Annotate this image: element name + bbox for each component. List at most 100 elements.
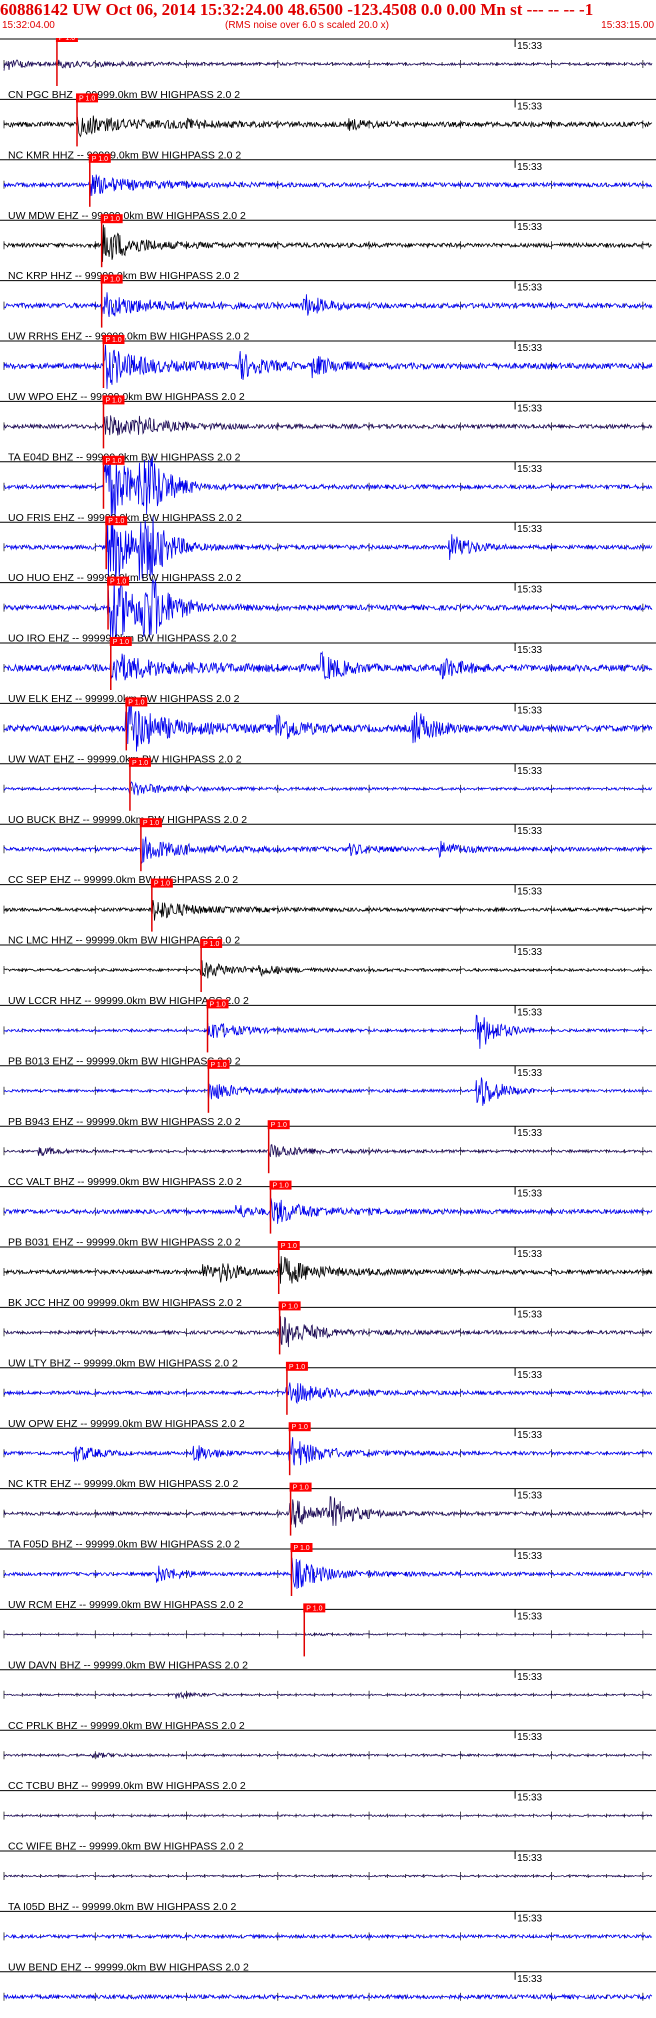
trace-row: 15:33P 1.0UW RRHS EHZ -- 99999.0km BW HI… [0, 274, 656, 343]
pick-label: P 1.0 [271, 1122, 287, 1129]
trace-row: 15:33TA I05D BHZ -- 99999.0km BW HIGHPAS… [0, 1850, 656, 1913]
trace-row: 15:33UW MOON EHZ -- 99999.0km BW HIGHPAS… [0, 1971, 656, 2001]
waveform [3, 1632, 653, 1637]
pick-label: P 1.0 [306, 1605, 322, 1612]
pick-label: P 1.0 [203, 941, 219, 948]
pick-label: P 1.0 [104, 277, 120, 284]
pick-label: P 1.0 [105, 458, 121, 465]
end-time: 15:33:15.00 [601, 20, 654, 31]
start-time: 15:32:04.00 [2, 20, 55, 31]
tick-label: 15:33 [517, 343, 542, 354]
trace-row: 15:33P 1.0NC KTR EHZ -- 99999.0km BW HIG… [0, 1422, 656, 1490]
tick-label: 15:33 [517, 1430, 542, 1441]
trace-row: 15:33P 1.0UW LCCR HHZ -- 99999.0km BW HI… [0, 939, 656, 1007]
pick-label: P 1.0 [289, 1364, 305, 1371]
trace-row: 15:33P 1.0TA F05D BHZ -- 99999.0km BW HI… [0, 1482, 656, 1551]
trace-row: 15:33CC TCBU BHZ -- 99999.0km BW HIGHPAS… [0, 1729, 656, 1792]
trace-row: 15:33P 1.0UO BUCK BHZ -- 99999.0km BW HI… [0, 757, 656, 826]
waveform [3, 650, 653, 681]
trace-row: 15:33P 1.0NC KMR HHZ -- 99999.0km BW HIG… [0, 93, 656, 161]
tick-label: 15:33 [517, 1491, 542, 1502]
trace-row: 15:33P 1.0CC VALT BHZ -- 99999.0km BW HI… [0, 1120, 656, 1188]
rms-note: (RMS noise over 6.0 s scaled 20.0 x) [225, 20, 389, 31]
waveform [3, 899, 653, 921]
pick-label: P 1.0 [292, 1424, 308, 1431]
tick-label: 15:33 [517, 645, 542, 656]
waveform [3, 1382, 653, 1405]
pick-label: P 1.0 [132, 760, 148, 767]
pick-label: P 1.0 [108, 518, 124, 525]
waveform [3, 1496, 653, 1528]
waveform [3, 344, 653, 389]
tick-label: 15:33 [517, 101, 542, 112]
tick-label: 15:33 [517, 705, 542, 716]
trace-row: 15:33P 1.0PB B031 EHZ -- 99999.0km BW HI… [0, 1180, 656, 1249]
trace-row: 15:33P 1.0PB B943 EHZ -- 99999.0km BW HI… [0, 1059, 656, 1128]
waveform [3, 1691, 653, 1700]
pick-label: P 1.0 [154, 881, 170, 888]
tick-label: 15:33 [517, 1189, 542, 1200]
trace-row: 15:33P 1.0UW LTY BHZ -- 99999.0km BW HIG… [0, 1301, 656, 1369]
trace-row: 15:33P 1.0TA E04D BHZ -- 99999.0km BW HI… [0, 395, 656, 463]
trace-row: 15:33CC WIFE BHZ -- 99999.0km BW HIGHPAS… [0, 1790, 656, 1853]
pick-label: P 1.0 [59, 38, 75, 42]
tick-label: 15:33 [517, 766, 542, 777]
tick-label: 15:33 [517, 524, 542, 535]
tick-label: 15:33 [517, 1249, 542, 1260]
pick-label: P 1.0 [210, 1001, 226, 1008]
waveform [3, 174, 653, 197]
pick-label: P 1.0 [282, 1303, 298, 1310]
trace-row: 15:33P 1.0UW WPO EHZ -- 99999.0km BW HIG… [0, 335, 656, 403]
trace-row: 15:33P 1.0CN PGC BHZ -- 99999.0km BW HIG… [0, 38, 656, 101]
trace-row: 15:33UW BEND EHZ -- 99999.0km BW HIGHPAS… [0, 1910, 656, 1973]
trace-row: 15:33P 1.0UO IRO EHZ -- 99999.0km BW HIG… [0, 576, 656, 645]
waveform [3, 1993, 653, 2001]
waveform [3, 1437, 653, 1466]
tick-label: 15:33 [517, 283, 542, 294]
waveform [3, 1557, 653, 1589]
tick-label: 15:33 [517, 1793, 542, 1804]
waveform [3, 959, 653, 979]
trace-row: 15:33P 1.0UW DAVN BHZ -- 99999.0km BW HI… [0, 1603, 656, 1671]
waveform [3, 516, 653, 581]
pick-label: P 1.0 [143, 820, 159, 827]
tick-label: 15:33 [517, 1611, 542, 1622]
tick-label: 15:33 [517, 162, 542, 173]
trace-row: 15:33CC PRLK BHZ -- 99999.0km BW HIGHPAS… [0, 1669, 656, 1732]
tick-label: 15:33 [517, 1007, 542, 1018]
trace-row: 15:33P 1.0BK JCC HHZ 00 99999.0km BW HIG… [0, 1241, 656, 1309]
tick-label: 15:33 [517, 1974, 542, 1985]
trace-row: 15:33P 1.0UW WAT EHZ -- 99999.0km BW HIG… [0, 697, 656, 765]
tick-label: 15:33 [517, 947, 542, 958]
waveform [3, 115, 653, 138]
waveform [3, 1143, 653, 1158]
waveform [3, 1198, 653, 1224]
trace-row: 15:33P 1.0NC KRP HHZ -- 99999.0km BW HIG… [0, 214, 656, 282]
pick-label: P 1.0 [293, 1545, 309, 1552]
pick-label: P 1.0 [281, 1243, 297, 1250]
tick-label: 15:33 [517, 826, 542, 837]
tick-label: 15:33 [517, 403, 542, 414]
seismogram-plot: 15:33P 1.0CN PGC BHZ -- 99999.0km BW HIG… [0, 38, 656, 2001]
waveform [3, 1316, 653, 1348]
trace-row: 15:33P 1.0NC LMC HHZ -- 99999.0km BW HIG… [0, 878, 656, 947]
tick-label: 15:33 [517, 585, 542, 596]
trace-row: 15:33P 1.0UW ELK EHZ -- 99999.0km BW HIG… [0, 637, 656, 705]
waveform [3, 576, 653, 642]
trace-row: 15:33P 1.0UW MDW EHZ -- 99999.0km BW HIG… [0, 153, 656, 222]
trace-row: 15:33P 1.0UW RCM EHZ -- 99999.0km BW HIG… [0, 1543, 656, 1611]
pick-label: P 1.0 [128, 699, 144, 706]
tick-label: 15:33 [517, 1732, 542, 1743]
pick-label: P 1.0 [110, 579, 126, 586]
waveform [3, 59, 653, 71]
tick-label: 15:33 [517, 1672, 542, 1683]
pick-label: P 1.0 [105, 337, 121, 344]
pick-label: P 1.0 [92, 156, 108, 163]
trace-row: 15:33P 1.0UO FRIS EHZ -- 99999.0km BW HI… [0, 455, 656, 524]
trace-row: 15:33P 1.0UO HUO EHZ -- 99999.0km BW HIG… [0, 516, 656, 584]
tick-label: 15:33 [517, 222, 542, 233]
tick-label: 15:33 [517, 887, 542, 898]
waveform [3, 1256, 653, 1284]
waveform [3, 455, 653, 520]
pick-label: P 1.0 [105, 397, 121, 404]
